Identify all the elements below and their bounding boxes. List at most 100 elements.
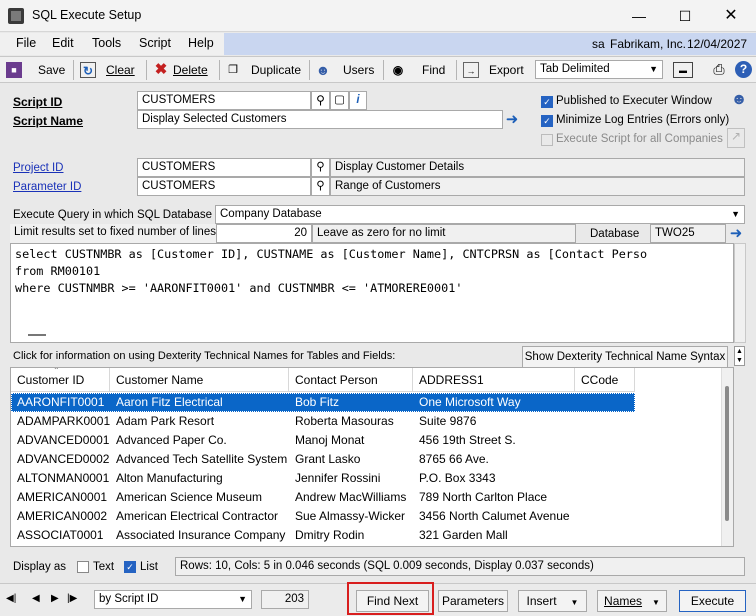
insert-button[interactable]: Insert ▼ [518, 590, 587, 612]
previous-record-icon[interactable]: ◀ [32, 593, 40, 604]
column-header-contact-person[interactable]: Contact Person [289, 368, 413, 392]
dex-scroll-arrows[interactable]: ▲ ▼ [734, 346, 745, 366]
toolbar: ■ Save ↻ Clear ✖ Delete ❐ Duplicate ☻ Us… [0, 56, 756, 83]
table-cell: Advanced Paper Co. [116, 433, 227, 447]
maximize-button[interactable]: ☐ [662, 0, 708, 32]
note-icon[interactable]: ▢ [330, 91, 349, 110]
lookup-icon[interactable]: ⚲ [311, 177, 330, 196]
table-cell: Alton Manufacturing [116, 471, 223, 485]
table-cell: Sue Almassy-Wicker [295, 509, 406, 523]
execute-button[interactable]: Execute [679, 590, 746, 612]
table-cell: Bob Fitz [295, 395, 340, 409]
table-cell: Jennifer Rossini [295, 471, 381, 485]
execute-db-select[interactable]: Company Database ▼ [215, 205, 745, 224]
clear-button[interactable]: ↻ Clear [80, 57, 135, 83]
find-button[interactable]: ◉ Find [390, 57, 446, 83]
table-row[interactable]: ADAMPARK0001 Adam Park Resort Roberta Maso… [11, 412, 635, 431]
chevron-down-icon: ▼ [652, 598, 660, 607]
list-label: List [140, 561, 158, 573]
table-row[interactable]: AARONFIT0001 Aaron Fitz Electrical Bob Fit… [11, 393, 635, 412]
expand-arrow-icon[interactable]: ➜ [727, 224, 745, 243]
project-id-link[interactable]: Project ID [13, 162, 64, 174]
text-label: Text [93, 561, 115, 573]
help-icon[interactable]: ? [735, 61, 752, 78]
display-icon[interactable]: ▬ [673, 62, 693, 78]
sql-hscroll-thumb[interactable] [28, 334, 46, 336]
users-icon: ☻ [315, 62, 331, 78]
lookup-icon[interactable]: ⚲ [311, 158, 330, 177]
show-dex-syntax-button[interactable]: Show Dexterity Technical Name Syntax [522, 346, 728, 368]
project-id-field[interactable]: CUSTOMERS [137, 158, 311, 177]
table-cell: American Science Museum [116, 490, 263, 504]
menu-file[interactable]: File [16, 36, 36, 50]
parameter-description: Range of Customers [330, 177, 745, 196]
binoculars-icon: ◉ [392, 63, 404, 77]
info-icon[interactable]: i [349, 91, 367, 110]
table-cell: AARONFIT0001 [17, 395, 105, 409]
table-cell: 321 Garden Mall [419, 528, 508, 542]
table-cell: ADVANCED0002 [17, 452, 110, 466]
user-date: 12/04/2027 [687, 37, 748, 51]
menu-edit[interactable]: Edit [52, 36, 74, 50]
sql-editor[interactable]: select CUSTNMBR as [Customer ID], CUSTNA… [10, 243, 734, 343]
record-count: 203 [261, 590, 309, 609]
table-row[interactable]: ALTONMAN0001 Alton Manufacturing Jennifer … [11, 469, 635, 488]
window-title: SQL Execute Setup [32, 8, 142, 22]
duplicate-button[interactable]: ❐ Duplicate [225, 57, 301, 83]
list-checkbox[interactable]: ✓ [124, 561, 136, 573]
table-cell: American Electrical Contractor [116, 509, 279, 523]
close-button[interactable]: ✕ [708, 0, 754, 32]
table-row[interactable]: AMERICAN0001 American Science Museum Andre… [11, 488, 635, 507]
printer-icon[interactable]: ⎙ [708, 61, 730, 77]
parameter-id-link[interactable]: Parameter ID [13, 181, 81, 193]
grid-scrollbar[interactable] [721, 368, 733, 546]
column-header-address1[interactable]: ADDRESS1 [413, 368, 575, 392]
table-cell: Aaron Fitz Electrical [116, 395, 223, 409]
column-header-ccode[interactable]: CCode [575, 368, 635, 392]
names-button[interactable]: Names ▼ [597, 590, 667, 612]
expand-arrow-icon[interactable]: ➜ [503, 110, 521, 129]
sql-scrollbar[interactable] [734, 243, 746, 343]
companies-icon: ↗ [727, 128, 745, 148]
parameter-id-field[interactable]: CUSTOMERS [137, 177, 311, 196]
export-format-select[interactable]: Tab Delimited ▼ [535, 60, 663, 79]
menu-tools[interactable]: Tools [92, 36, 121, 50]
column-header-customer-id[interactable]: Customer ID ⌃ [11, 368, 110, 392]
parameters-button[interactable]: Parameters [438, 590, 508, 612]
menu-script[interactable]: Script [139, 36, 171, 50]
last-record-icon[interactable]: |▶ [67, 593, 77, 604]
minimize-button[interactable]: — [616, 0, 662, 32]
column-header-customer-name[interactable]: Customer Name [110, 368, 289, 392]
published-checkbox[interactable]: ✓ [541, 96, 553, 108]
script-name-field[interactable]: Display Selected Customers [137, 110, 503, 129]
table-cell: Dmitry Rodin [295, 528, 365, 542]
table-cell: Grant Lasko [295, 452, 361, 466]
limit-field[interactable]: 20 [216, 224, 312, 243]
find-next-button[interactable]: Find Next [356, 590, 429, 612]
all-companies-checkbox[interactable] [541, 134, 553, 146]
minimize-log-checkbox[interactable]: ✓ [541, 115, 553, 127]
table-row[interactable]: ADVANCED0002 Advanced Tech Satellite Syst… [11, 450, 635, 469]
table-cell [575, 469, 635, 488]
users-button[interactable]: ☻ Users [315, 57, 375, 83]
table-cell: P.O. Box 3343 [419, 471, 496, 485]
export-button[interactable]: → Export [463, 57, 524, 83]
delete-button[interactable]: ✖ Delete [153, 57, 208, 83]
table-row[interactable]: AMERICAN0002 American Electrical Contract… [11, 507, 635, 526]
table-cell: Associated Insurance Company [116, 528, 286, 542]
table-row[interactable]: ADVANCED0001 Advanced Paper Co. Manoj Mona… [11, 431, 635, 450]
text-checkbox[interactable] [77, 561, 89, 573]
table-cell: 456 19th Street S. [419, 433, 516, 447]
first-record-icon[interactable]: ◀| [6, 593, 16, 604]
chevron-down-icon: ▼ [570, 598, 579, 607]
next-record-icon[interactable]: ▶ [51, 593, 59, 604]
lookup-icon[interactable]: ⚲ [311, 91, 330, 110]
users-icon[interactable]: ☻ [728, 91, 750, 111]
menu-help[interactable]: Help [188, 36, 214, 50]
table-row[interactable]: ASSOCIAT0001 Associated Insurance Company… [11, 526, 635, 545]
status-bar: Rows: 10, Cols: 5 in 0.046 seconds (SQL … [175, 557, 745, 576]
script-id-field[interactable]: CUSTOMERS [137, 91, 311, 110]
save-button[interactable]: ■ Save [6, 57, 65, 83]
database-value: TWO25 [650, 224, 726, 243]
sort-by-select[interactable]: by Script ID ▼ [94, 590, 252, 609]
